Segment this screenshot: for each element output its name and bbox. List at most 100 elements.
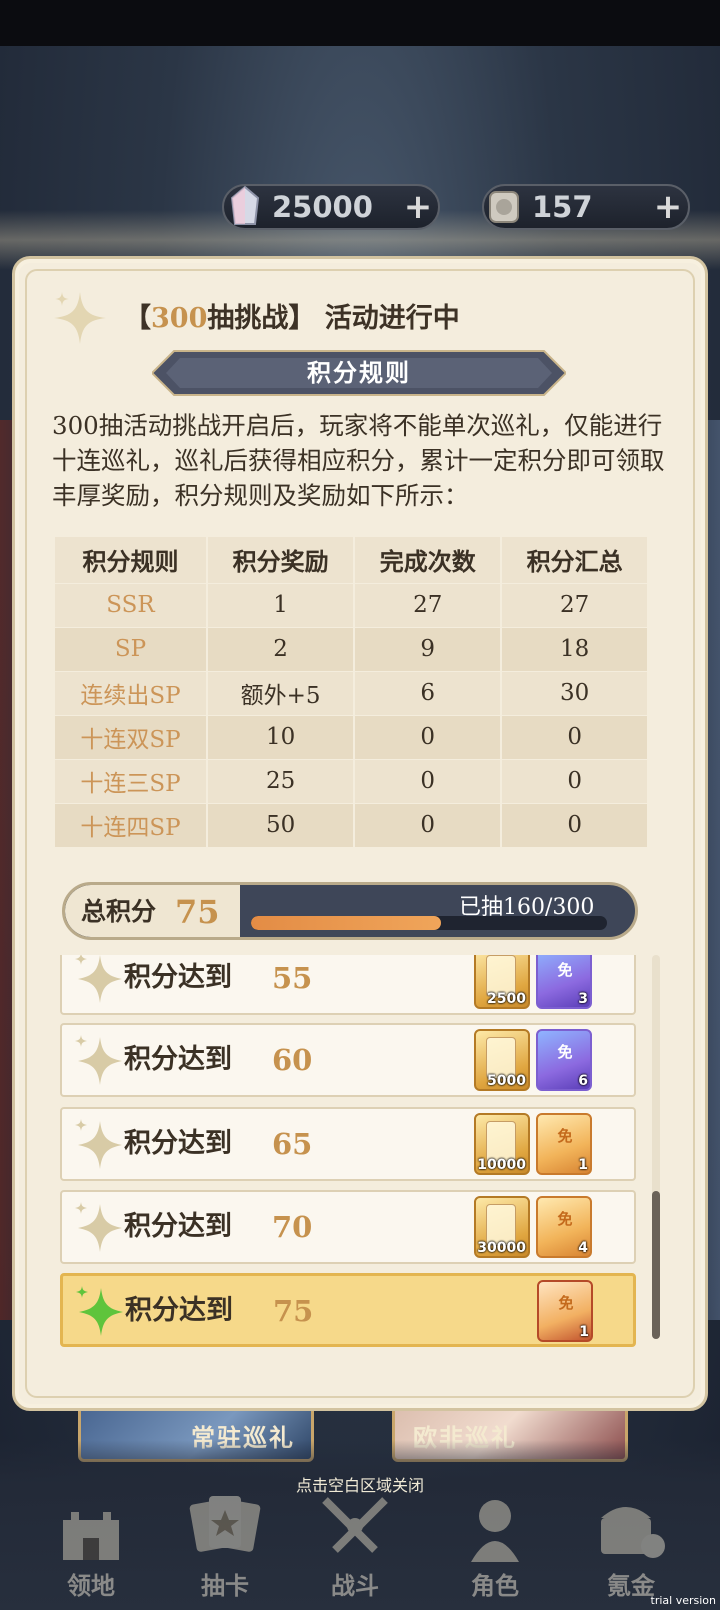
castle-icon [51, 1490, 131, 1564]
rule-total: 30 [501, 670, 647, 715]
item-quantity: 5000 [487, 1073, 526, 1089]
column-header: 完成次数 [354, 537, 503, 583]
title-suffix: 抽挑战】 活动进行中 [207, 303, 460, 334]
scrollbar-thumb[interactable] [652, 1191, 660, 1339]
status-bar [0, 0, 720, 46]
close-hint: 点击空白区域关闭 [295, 1476, 424, 1495]
ticket-currency: 157 + [482, 184, 690, 230]
reward-threshold: 65 [272, 1127, 313, 1161]
rule-count: 6 [354, 670, 503, 715]
reward-list[interactable]: 积分达到 55 2500 免 3 积分达到 60 5000 免 6 积分达到 65 10000 免 1 积分达… [60, 955, 642, 1353]
treasure-chest-icon [591, 1490, 671, 1564]
sparkle-icon [75, 955, 122, 1003]
rule-name: 十连四SP [55, 802, 209, 847]
gold-ticket-item[interactable]: 5000 [474, 1029, 530, 1091]
rule-name: 十连双SP [55, 714, 209, 759]
reward-label: 积分达到 [125, 1295, 233, 1326]
total-points-value: 75 [175, 893, 220, 931]
draw-progress-bar [251, 916, 607, 930]
item-quantity: 30000 [477, 1240, 526, 1256]
rule-name: SP [55, 626, 209, 671]
rule-count: 0 [354, 714, 503, 759]
rule-name: SSR [55, 582, 209, 627]
free-pass-item[interactable]: 免6 [536, 1029, 592, 1091]
item-quantity: 3 [578, 991, 588, 1007]
item-quantity: 1 [579, 1324, 589, 1340]
item-quantity: 10000 [477, 1157, 526, 1173]
rule-total: 0 [501, 802, 647, 847]
add-ticket-button[interactable]: + [648, 187, 688, 227]
rule-count: 9 [354, 626, 503, 671]
free-pass-glyph: 免 [557, 961, 573, 979]
reward-row[interactable]: 积分达到 75 免 1 [60, 1273, 636, 1347]
rules-description: 300抽活动挑战开启后，玩家将不能单次巡礼，仅能进行十连巡礼，巡礼后获得相应积分… [52, 411, 665, 510]
free-pass-glyph: 免 [557, 1210, 573, 1228]
table-row: 十连双SP 10 0 0 [55, 714, 647, 759]
watermark: trial version [650, 1594, 716, 1607]
reward-row[interactable]: 积分达到 60 5000 免 6 [60, 1023, 636, 1097]
rule-total: 0 [501, 714, 647, 759]
reward-threshold: 55 [272, 961, 313, 995]
nav-shop[interactable]: 氪金 [576, 1490, 686, 1610]
column-header: 积分奖励 [207, 537, 356, 583]
free-pass-glyph: 免 [557, 1127, 573, 1145]
rule-count: 0 [354, 758, 503, 803]
rule-total: 0 [501, 758, 647, 803]
item-quantity: 4 [578, 1240, 588, 1256]
reward-row[interactable]: 积分达到 65 10000 免 1 [60, 1107, 636, 1181]
crystal-amount: 25000 [272, 190, 373, 224]
free-pass-item[interactable]: 免1 [537, 1280, 593, 1342]
reward-label: 积分达到 [124, 1044, 232, 1075]
cards-icon [185, 1490, 265, 1564]
nav-character[interactable]: 角色 [440, 1490, 550, 1610]
column-header: 积分汇总 [501, 537, 647, 583]
sparkle-icon [75, 1035, 122, 1085]
gold-ticket-item[interactable]: 10000 [474, 1113, 530, 1175]
crystal-icon [218, 180, 272, 234]
rule-count: 0 [354, 802, 503, 847]
total-points-bar: 总积分 75 已抽160/300 [62, 882, 638, 940]
reward-label: 积分达到 [124, 1128, 232, 1159]
reward-list-scrollbar[interactable] [652, 955, 660, 1339]
scroll-ticket-icon [478, 180, 532, 234]
rule-points: 1 [207, 582, 356, 627]
sparkle-icon [75, 1202, 122, 1252]
table-row: 十连四SP 50 0 0 [55, 802, 647, 847]
reward-threshold: 60 [272, 1043, 313, 1077]
reward-label: 积分达到 [124, 1211, 232, 1242]
character-icon [455, 1490, 535, 1564]
table-header-row: 积分规则 积分奖励 完成次数 积分汇总 [55, 537, 647, 583]
sparkle-icon [76, 1286, 123, 1336]
panel-title: 【300抽挑战】 活动进行中 [124, 296, 460, 335]
nav-battle[interactable]: 战斗 [300, 1490, 410, 1610]
nav-territory[interactable]: 领地 [36, 1490, 146, 1610]
reward-row[interactable]: 积分达到 55 2500 免 3 [60, 955, 636, 1015]
reward-threshold: 75 [273, 1294, 314, 1328]
rule-points: 额外+5 [207, 670, 356, 715]
free-pass-item[interactable]: 免3 [536, 955, 592, 1009]
table-row: SP 2 9 18 [55, 626, 647, 671]
item-quantity: 1 [578, 1157, 588, 1173]
rules-header: 积分规则 [307, 358, 411, 387]
rule-points: 2 [207, 626, 356, 671]
rule-points: 10 [207, 714, 356, 759]
total-points-label: 总积分 [81, 897, 157, 926]
ticket-amount: 157 [532, 190, 593, 224]
rule-count: 27 [354, 582, 503, 627]
table-row: 十连三SP 25 0 0 [55, 758, 647, 803]
rules-table: 积分规则 积分奖励 完成次数 积分汇总 SSR 1 27 27 SP 2 9 1… [55, 537, 647, 847]
add-crystal-button[interactable]: + [398, 187, 438, 227]
reward-row[interactable]: 积分达到 70 30000 免 4 [60, 1190, 636, 1264]
column-header: 积分规则 [55, 537, 209, 583]
gold-ticket-item[interactable]: 30000 [474, 1196, 530, 1258]
rule-name: 十连三SP [55, 758, 209, 803]
free-pass-glyph: 免 [557, 1043, 573, 1061]
rule-points: 50 [207, 802, 356, 847]
free-pass-item[interactable]: 免1 [536, 1113, 592, 1175]
nav-gacha[interactable]: 抽卡 [170, 1490, 280, 1610]
sparkle-icon [54, 292, 106, 344]
rule-total: 27 [501, 582, 647, 627]
gold-ticket-item[interactable]: 2500 [474, 955, 530, 1009]
reward-label: 积分达到 [124, 962, 232, 993]
free-pass-item[interactable]: 免4 [536, 1196, 592, 1258]
